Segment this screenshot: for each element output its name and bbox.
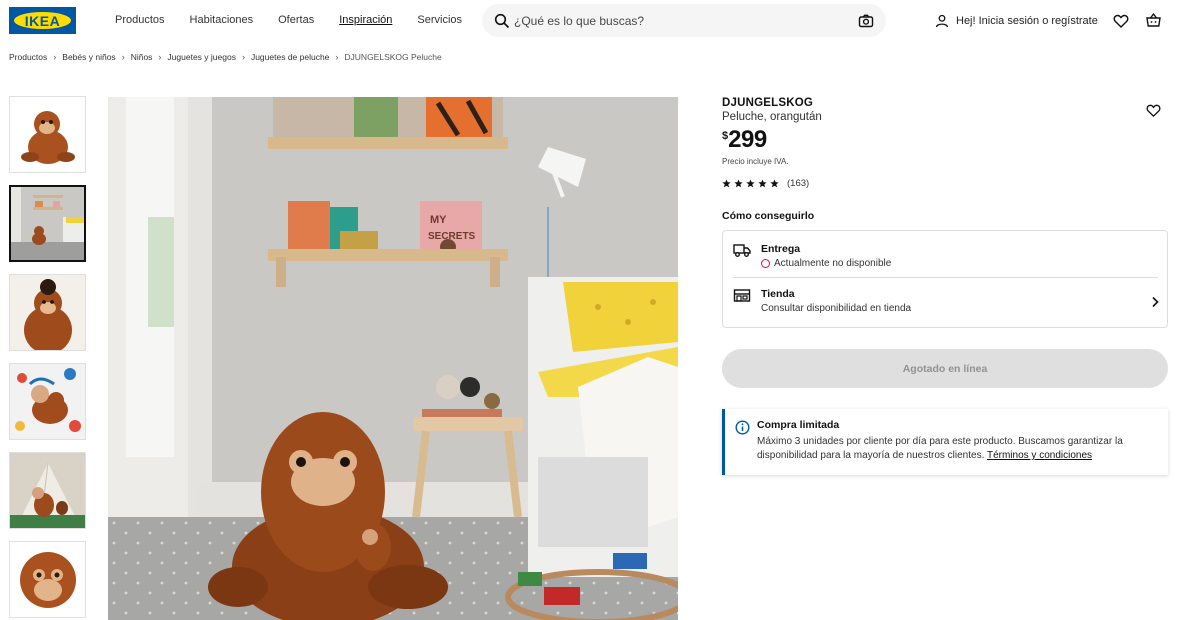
search-input[interactable]: [514, 11, 834, 30]
svg-text:MY: MY: [430, 214, 447, 226]
breadcrumb: Productos › Bebés y niños › Niños › Jugu…: [9, 52, 442, 62]
breadcrumb-item[interactable]: Juguetes de peluche: [251, 52, 329, 62]
thumbnail-image[interactable]: [9, 541, 86, 618]
nav-productos[interactable]: Productos: [115, 14, 165, 26]
notice-title: Compra limitada: [757, 419, 840, 431]
account-label: Hej! Inicia sesión o regístrate: [956, 15, 1098, 27]
store-title: Tienda: [761, 288, 795, 300]
review-count: (163): [787, 178, 810, 189]
favorites-icon[interactable]: [1113, 13, 1129, 29]
chevron-right-icon: ›: [335, 52, 339, 62]
user-icon: [935, 14, 949, 28]
product-rating[interactable]: (163): [722, 178, 809, 189]
chevron-right-icon: ›: [53, 52, 57, 62]
limited-purchase-notice: Compra limitada Máximo 3 unidades por cl…: [722, 409, 1168, 475]
nav-ofertas[interactable]: Ofertas: [278, 14, 314, 26]
store-row[interactable]: Tienda Consultar disponibilidad en tiend…: [733, 286, 1159, 322]
chevron-right-icon: ›: [158, 52, 162, 62]
product-price: $ 299: [722, 126, 767, 154]
thumbnail-image[interactable]: [9, 363, 86, 440]
breadcrumb-item[interactable]: Bebés y niños: [62, 52, 115, 62]
sold-out-button[interactable]: Agotado en línea: [722, 349, 1168, 388]
rating-stars: [722, 179, 779, 188]
chevron-right-icon: ›: [121, 52, 125, 62]
thumbnail-image[interactable]: [9, 96, 86, 173]
star-icon: [734, 179, 743, 188]
notice-text: Máximo 3 unidades por cliente por día pa…: [757, 435, 1157, 463]
star-icon: [722, 179, 731, 188]
chevron-right-icon: [1152, 296, 1159, 308]
main-nav: Productos Habitaciones Ofertas Inspiraci…: [115, 14, 462, 26]
star-icon: [770, 179, 779, 188]
breadcrumb-item[interactable]: Productos: [9, 52, 47, 62]
terms-link[interactable]: Términos y condiciones: [987, 450, 1092, 461]
nav-servicios[interactable]: Servicios: [417, 14, 462, 26]
cart-icon[interactable]: [1145, 12, 1162, 29]
search-bar: [482, 4, 886, 37]
thumbnail-image[interactable]: [9, 274, 86, 351]
store-status: Consultar disponibilidad en tienda: [761, 303, 912, 314]
nav-habitaciones[interactable]: Habitaciones: [190, 14, 254, 26]
delivery-title: Entrega: [761, 243, 801, 255]
delivery-status-text: Actualmente no disponible: [774, 258, 892, 269]
product-name: DJUNGELSKOG: [722, 97, 814, 109]
breadcrumb-current: DJUNGELSKOG Peluche: [344, 52, 442, 62]
thumbnail-gallery: [9, 96, 86, 620]
thumbnail-image[interactable]: [9, 185, 86, 262]
product-description: Peluche, orangután: [722, 111, 822, 123]
info-icon: [735, 420, 750, 435]
site-header: IKEA Productos Habitaciones Ofertas Insp…: [0, 0, 1177, 42]
tax-note: Precio incluye IVA.: [722, 157, 789, 166]
breadcrumb-item[interactable]: Niños: [131, 52, 153, 62]
truck-icon: [733, 244, 751, 257]
delivery-row: Entrega Actualmente no disponible: [733, 241, 1158, 278]
store-icon: [733, 289, 751, 302]
availability-box: Entrega Actualmente no disponible Tienda…: [722, 230, 1168, 328]
breadcrumb-item[interactable]: Juguetes y juegos: [167, 52, 236, 62]
account-link[interactable]: Hej! Inicia sesión o regístrate: [935, 14, 1098, 28]
unavailable-status-icon: [761, 259, 770, 268]
search-icon[interactable]: [494, 13, 510, 29]
availability-heading: Cómo conseguirlo: [722, 210, 815, 222]
star-icon: [758, 179, 767, 188]
camera-icon[interactable]: [858, 13, 874, 29]
price-amount: 299: [728, 126, 767, 153]
thumbnail-image[interactable]: [9, 452, 86, 529]
ikea-logo[interactable]: IKEA: [9, 7, 76, 34]
heart-icon[interactable]: [1146, 103, 1161, 118]
star-icon: [746, 179, 755, 188]
nav-inspiracion[interactable]: Inspiración: [339, 14, 392, 26]
product-main-image[interactable]: MY SECRETS: [108, 97, 678, 620]
delivery-status: Actualmente no disponible: [761, 258, 891, 269]
chevron-right-icon: ›: [241, 52, 245, 62]
